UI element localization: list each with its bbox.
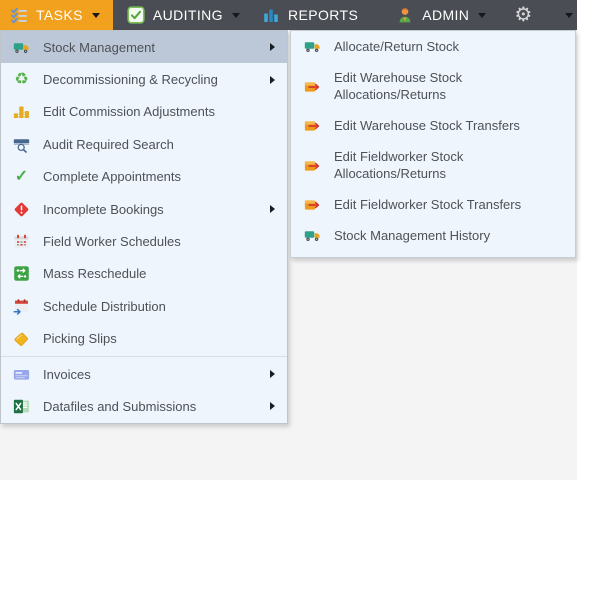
truck-icon — [304, 38, 321, 55]
menu-separator — [1, 355, 287, 357]
box-arrow-icon — [304, 78, 321, 95]
menubar-item-admin[interactable]: ADMIN — [388, 0, 494, 30]
menu-item-label: Audit Required Search — [43, 136, 174, 152]
submenu-arrow-icon — [270, 402, 275, 411]
menu-item-edit-commission-adjustments[interactable]: Edit Commission Adjustments — [1, 96, 287, 128]
alert-diamond-icon — [13, 201, 30, 218]
menubar-item-more[interactable] — [548, 0, 581, 30]
submenu-item-stock-management-history[interactable]: Stock Management History — [291, 220, 575, 251]
menu-item-picking-slips[interactable]: Picking Slips — [1, 323, 287, 355]
menu-item-complete-appointments[interactable]: ✓ Complete Appointments — [1, 161, 287, 193]
submenu-item-edit-warehouse-stock-transfers[interactable]: Edit Warehouse Stock Transfers — [291, 110, 575, 141]
reports-chart-icon — [262, 6, 280, 24]
submenu-item-edit-fieldworker-stock-allocations-returns[interactable]: Edit Fieldworker Stock Allocations/Retur… — [291, 141, 575, 189]
excel-icon — [13, 398, 30, 415]
submenu-item-label: Edit Warehouse Stock Allocations/Returns — [334, 70, 463, 102]
menu-item-label: Stock Management — [43, 39, 156, 55]
calendar-icon — [13, 233, 30, 250]
menu-item-mass-reschedule[interactable]: Mass Reschedule — [1, 258, 287, 290]
admin-user-icon — [396, 6, 414, 24]
submenu-arrow-icon — [270, 370, 275, 379]
submenu-arrow-icon — [270, 75, 275, 84]
auditing-checkbox-icon — [127, 6, 145, 24]
submenu-item-allocate-return-stock[interactable]: Allocate/Return Stock — [291, 31, 575, 62]
submenu-item-label: Edit Warehouse Stock Transfers — [334, 118, 520, 133]
menu-item-schedule-distribution[interactable]: Schedule Distribution — [1, 290, 287, 322]
tag-icon — [13, 330, 30, 347]
tasks-checklist-icon — [10, 6, 28, 24]
audit-search-icon — [13, 136, 30, 153]
menu-item-incomplete-bookings[interactable]: Incomplete Bookings — [1, 193, 287, 225]
menu-item-decommissioning-recycling[interactable]: ♻ Decommissioning & Recycling — [1, 63, 287, 95]
page-background: { "colors": { "bar_bg": "#4A4E54", "acce… — [0, 0, 614, 597]
submenu-item-label: Allocate/Return Stock — [334, 39, 460, 54]
menu-item-label: Field Worker Schedules — [43, 234, 181, 250]
menu-item-label: Picking Slips — [43, 331, 117, 347]
submenu-arrow-icon — [270, 43, 275, 52]
menubar-item-auditing[interactable]: AUDITING — [119, 0, 248, 30]
settings-gear-icon: ⚙ — [514, 4, 533, 26]
tasks-dropdown-panel: Stock Management ♻ Decommissioning & Recyc… — [0, 30, 288, 424]
submenu-item-label: Edit Fieldworker Stock Transfers — [334, 197, 522, 212]
submenu-arrow-icon — [270, 205, 275, 214]
box-arrow-icon — [304, 196, 321, 213]
menu-item-label: Datafiles and Submissions — [43, 398, 197, 414]
caret-down-icon — [478, 12, 487, 18]
menubar-item-tasks[interactable]: TASKS — [0, 0, 113, 30]
menu-item-label: Edit Commission Adjustments — [43, 104, 215, 120]
menu-item-stock-management[interactable]: Stock Management — [1, 31, 287, 64]
menubar: TASKS AUDITING REPORTS ADMIN ⚙ — [0, 0, 577, 30]
caret-down-icon — [231, 12, 240, 18]
invoice-icon — [13, 366, 30, 383]
menu-item-invoices[interactable]: Invoices — [1, 358, 287, 390]
menu-item-label: Mass Reschedule — [43, 266, 147, 282]
menu-item-field-worker-schedules[interactable]: Field Worker Schedules — [1, 225, 287, 257]
menu-item-label: Invoices — [43, 366, 91, 382]
menu-item-label: Complete Appointments — [43, 169, 182, 185]
truck-icon — [13, 39, 30, 56]
menu-item-label: Decommissioning & Recycling — [43, 72, 218, 88]
reschedule-icon — [13, 265, 30, 282]
check-icon: ✓ — [14, 167, 29, 185]
submenu-item-label: Stock Management History — [334, 228, 491, 243]
menubar-item-settings-gear[interactable]: ⚙ — [506, 0, 540, 30]
menu-item-audit-required-search[interactable]: Audit Required Search — [1, 128, 287, 160]
submenu-item-edit-warehouse-stock-allocations-returns[interactable]: Edit Warehouse Stock Allocations/Returns — [291, 62, 575, 110]
caret-down-icon — [565, 12, 574, 18]
box-arrow-icon — [304, 157, 321, 174]
caret-down-icon — [91, 12, 100, 18]
stock-management-submenu: Allocate/Return Stock Edit Warehouse Stoc… — [290, 30, 576, 258]
menubar-item-label: REPORTS — [287, 7, 359, 23]
truck-icon — [304, 227, 321, 244]
recycle-icon: ♻ — [14, 70, 29, 88]
menu-item-label: Schedule Distribution — [43, 298, 166, 314]
menu-item-datafiles-and-submissions[interactable]: Datafiles and Submissions — [1, 390, 287, 422]
coins-icon — [13, 103, 30, 120]
submenu-item-edit-fieldworker-stock-transfers[interactable]: Edit Fieldworker Stock Transfers — [291, 189, 575, 220]
box-arrow-icon — [304, 117, 321, 134]
menubar-item-reports[interactable]: REPORTS — [254, 0, 366, 30]
menubar-item-label: TASKS — [36, 7, 83, 23]
menubar-item-label: ADMIN — [422, 7, 470, 23]
menu-item-label: Incomplete Bookings — [43, 201, 164, 217]
app-window: TASKS AUDITING REPORTS ADMIN ⚙ Stock Managem… — [0, 0, 577, 480]
submenu-item-label: Edit Fieldworker Stock Allocations/Retur… — [334, 149, 464, 181]
calendar-arrow-icon — [13, 298, 30, 315]
menubar-item-label: AUDITING — [152, 7, 223, 23]
